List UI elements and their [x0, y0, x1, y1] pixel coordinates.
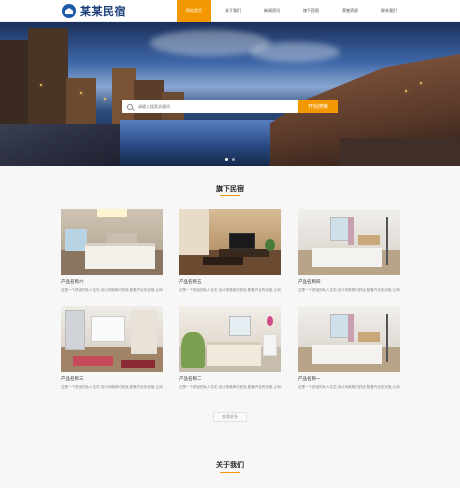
product-card[interactable]: 产品名称二 这是一个舒适的私人住宅,设计风格简约舒适,配备齐全的设施,让你感受到… [179, 306, 281, 390]
product-name[interactable]: 产品名称三 [61, 376, 163, 382]
product-desc: 这是一个舒适的私人住宅,设计风格简约舒适,配备齐全的设施,让你感受到家的温馨和舒… [61, 288, 163, 292]
search-icon [127, 103, 133, 110]
product-desc: 这是一个舒适的私人住宅,设计风格简约舒适,配备齐全的设施,让你感受到家的温馨和舒… [61, 385, 163, 389]
hero-banner [0, 22, 460, 166]
product-card[interactable]: 产品名称五 这是一个舒适的私人住宅,设计风格简约舒适,配备齐全的设施,让你感受到… [179, 209, 281, 293]
logo-house-icon [62, 4, 76, 18]
title-underline [220, 195, 240, 196]
logo[interactable]: 某某民宿 [62, 3, 126, 19]
product-desc: 这是一个舒适的私人住宅,设计风格简约舒适,配备齐全的设施,让你感受到家的温馨和舒… [179, 385, 281, 389]
product-card[interactable]: 产品名称三 这是一个舒适的私人住宅,设计风格简约舒适,配备齐全的设施,让你感受到… [61, 306, 163, 390]
search-button[interactable]: 开始搜索 [298, 100, 338, 113]
slider-dot-2[interactable] [232, 158, 235, 161]
product-card[interactable]: 产品名称六 这是一个舒适的私人住宅,设计风格简约舒适,配备齐全的设施,让你感受到… [61, 209, 163, 293]
main-nav: 网站首页 关于我们 新闻资讯 旗下民宿 荣誉资质 联系我们 [177, 0, 411, 22]
product-image[interactable] [298, 306, 400, 372]
view-more-button[interactable]: 查看更多 [213, 412, 247, 422]
nav-item-about[interactable]: 关于我们 [216, 0, 250, 22]
building-shape [28, 28, 68, 128]
title-underline [220, 472, 240, 473]
building-shape [112, 68, 136, 128]
nav-item-honors[interactable]: 荣誉资质 [333, 0, 367, 22]
slider-dot-1[interactable] [225, 158, 228, 161]
product-desc: 这是一个舒适的私人住宅,设计风格简约舒适,配备齐全的设施,让你感受到家的温馨和舒… [179, 288, 281, 292]
cloud-shape [250, 42, 340, 62]
product-image[interactable] [61, 306, 163, 372]
street-light [420, 82, 422, 84]
building-shape [66, 78, 96, 128]
slider-dots [225, 158, 235, 161]
nav-item-home[interactable]: 网站首页 [177, 0, 211, 22]
product-card[interactable]: 产品名称四 这是一个舒适的私人住宅,设计风格简约舒适,配备齐全的设施,让你感受到… [298, 209, 400, 293]
product-image[interactable] [61, 209, 163, 275]
street-light [40, 84, 42, 86]
product-image[interactable] [179, 306, 281, 372]
nav-item-homestays[interactable]: 旗下民宿 [294, 0, 328, 22]
search-box [122, 100, 298, 113]
section-title-about: 关于我们 [216, 461, 244, 469]
logo-text: 某某民宿 [80, 5, 126, 18]
canal-bank-shape [340, 138, 460, 166]
product-desc: 这是一个舒适的私人住宅,设计风格简约舒适,配备齐全的设施,让你感受到家的温馨和舒… [298, 288, 400, 292]
street-light [104, 98, 106, 100]
site-header: 某某民宿 网站首页 关于我们 新闻资讯 旗下民宿 荣誉资质 联系我们 [0, 0, 460, 22]
product-image[interactable] [179, 209, 281, 275]
product-name[interactable]: 产品名称五 [179, 279, 281, 285]
product-name[interactable]: 产品名称一 [298, 376, 400, 382]
street-light [80, 92, 82, 94]
building-shape [0, 40, 30, 128]
product-name[interactable]: 产品名称二 [179, 376, 281, 382]
street-light [405, 90, 407, 92]
product-name[interactable]: 产品名称六 [61, 279, 163, 285]
search-input[interactable] [138, 104, 288, 109]
product-name[interactable]: 产品名称四 [298, 279, 400, 285]
product-image[interactable] [298, 209, 400, 275]
section-title-homestays: 旗下民宿 [216, 185, 244, 193]
street-shape [0, 124, 140, 166]
product-desc: 这是一个舒适的私人住宅,设计风格简约舒适,配备齐全的设施,让你感受到家的温馨和舒… [298, 385, 400, 389]
nav-item-news[interactable]: 新闻资讯 [255, 0, 289, 22]
nav-item-contact[interactable]: 联系我们 [372, 0, 406, 22]
product-card[interactable]: 产品名称一 这是一个舒适的私人住宅,设计风格简约舒适,配备齐全的设施,让你感受到… [298, 306, 400, 390]
